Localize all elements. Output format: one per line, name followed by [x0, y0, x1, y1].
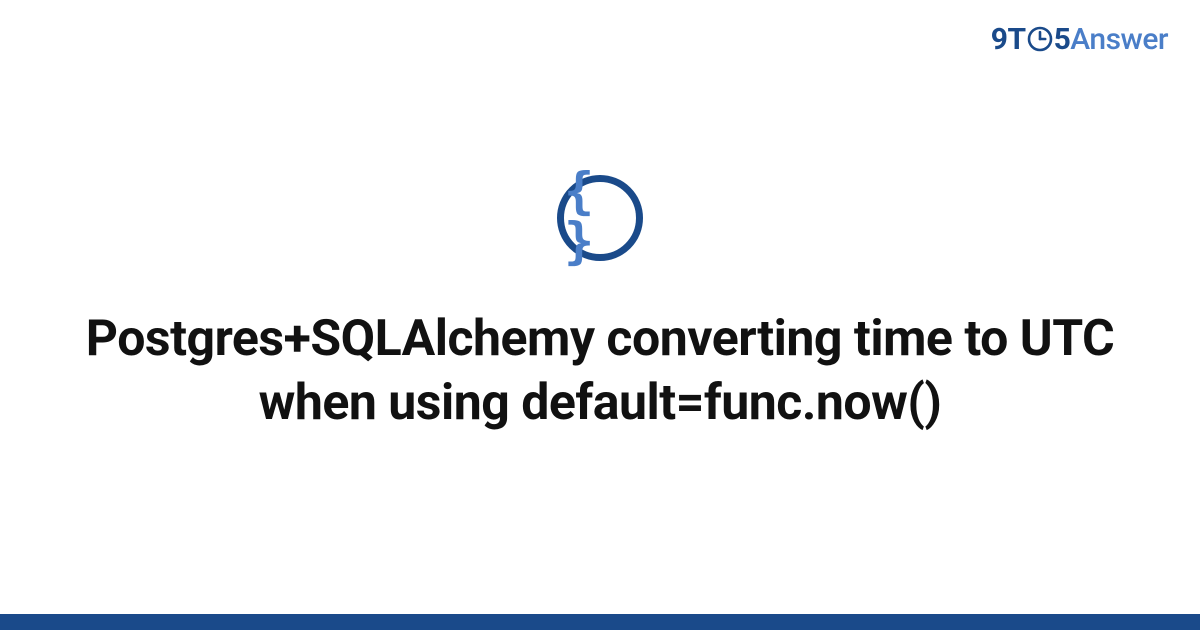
code-braces-icon: { }	[557, 175, 643, 261]
hero-section: { } Postgres+SQLAlchemy converting time …	[0, 0, 1200, 630]
braces-glyph: { }	[564, 166, 636, 266]
footer-bar	[0, 614, 1200, 630]
page-title: Postgres+SQLAlchemy converting time to U…	[75, 307, 1125, 435]
